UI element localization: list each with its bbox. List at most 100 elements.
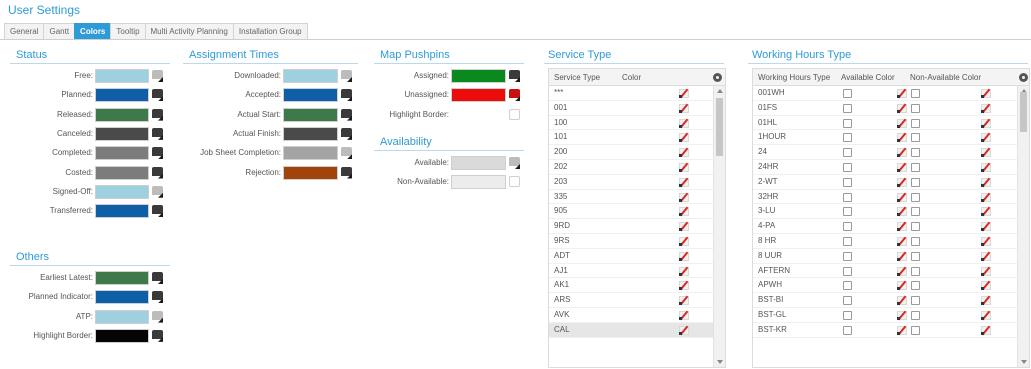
edit-color-icon[interactable] (981, 88, 991, 99)
table-row[interactable]: 3-LU (753, 204, 1017, 220)
checkbox[interactable] (843, 310, 852, 320)
availability-color-swatch[interactable] (451, 156, 506, 170)
checkbox[interactable] (843, 103, 852, 113)
edit-color-icon[interactable] (679, 310, 689, 321)
color-picker-icon[interactable] (341, 127, 352, 140)
column-header-available-color[interactable]: Available Color (841, 69, 895, 86)
checkbox[interactable] (911, 251, 920, 261)
edit-color-icon[interactable] (679, 177, 689, 188)
table-row[interactable]: 32HR (753, 190, 1017, 205)
edit-color-icon[interactable] (679, 207, 689, 217)
checkbox[interactable] (911, 222, 920, 232)
edit-color-icon[interactable] (981, 103, 991, 114)
checkbox[interactable] (843, 296, 852, 306)
checkbox[interactable] (911, 296, 920, 306)
table-row[interactable]: 203 (549, 175, 713, 190)
table-row[interactable]: 200 (549, 145, 713, 160)
table-row[interactable]: 2-WT (753, 175, 1017, 190)
checkbox[interactable] (911, 89, 920, 98)
edit-color-icon[interactable] (981, 133, 991, 143)
edit-color-icon[interactable] (897, 88, 907, 99)
edit-color-icon[interactable] (679, 295, 689, 306)
tab-installation-group[interactable]: Installation Group (232, 23, 308, 39)
edit-color-icon[interactable] (981, 251, 991, 262)
table-row[interactable]: 01FS (753, 101, 1017, 116)
checkbox[interactable] (843, 177, 852, 187)
table-row[interactable]: AJ1 (549, 264, 713, 279)
color-picker-icon[interactable] (152, 291, 163, 304)
checkbox[interactable] (911, 177, 920, 187)
others-color-swatch[interactable] (95, 271, 149, 285)
table-row[interactable]: 8 HR (753, 234, 1017, 249)
table-row[interactable]: 24 (753, 145, 1017, 160)
table-row[interactable]: AFTERN (753, 264, 1017, 279)
table-row[interactable]: BST-KR (753, 323, 1017, 338)
table-row[interactable]: 335 (549, 190, 713, 205)
scroll-up-icon[interactable] (717, 89, 723, 93)
edit-color-icon[interactable] (679, 103, 689, 114)
tab-tooltip[interactable]: Tooltip (110, 23, 146, 39)
others-color-swatch[interactable] (95, 328, 149, 343)
edit-color-icon[interactable] (897, 295, 907, 306)
edit-color-icon[interactable] (981, 147, 991, 158)
checkbox[interactable] (843, 162, 852, 172)
edit-color-icon[interactable] (897, 266, 907, 276)
color-picker-icon[interactable] (152, 205, 163, 218)
edit-color-icon[interactable] (897, 147, 907, 158)
checkbox[interactable] (843, 89, 852, 98)
edit-color-icon[interactable] (981, 236, 991, 247)
edit-color-icon[interactable] (981, 221, 991, 232)
table-row[interactable]: 9RS (549, 234, 713, 249)
edit-color-icon[interactable] (981, 281, 991, 291)
scroll-down-icon[interactable] (1021, 360, 1027, 364)
checkbox[interactable] (911, 103, 920, 113)
edit-color-icon[interactable] (981, 325, 991, 336)
checkbox[interactable] (911, 207, 920, 217)
color-picker-icon[interactable] (509, 176, 520, 188)
checkbox[interactable] (911, 192, 920, 202)
table-row[interactable]: AK1 (549, 278, 713, 294)
edit-color-icon[interactable] (981, 118, 991, 128)
edit-color-icon[interactable] (679, 133, 689, 143)
table-row[interactable]: 1HOUR (753, 130, 1017, 146)
table-row[interactable]: 001WH (753, 86, 1017, 101)
others-color-swatch[interactable] (95, 290, 149, 305)
edit-color-icon[interactable] (981, 310, 991, 321)
edit-color-icon[interactable] (679, 147, 689, 158)
edit-color-icon[interactable] (897, 133, 907, 143)
edit-color-icon[interactable] (981, 266, 991, 276)
table-row[interactable]: 8 UUR (753, 249, 1017, 264)
edit-color-icon[interactable] (679, 118, 689, 128)
checkbox[interactable] (843, 266, 852, 276)
table-row[interactable]: 9RD (549, 219, 713, 234)
others-color-swatch[interactable] (95, 309, 149, 324)
edit-color-icon[interactable] (981, 177, 991, 188)
scroll-thumb[interactable] (1020, 92, 1027, 132)
pushpins-color-swatch[interactable] (451, 107, 506, 122)
tab-gantt[interactable]: Gantt (43, 23, 76, 39)
tab-colors[interactable]: Colors (74, 23, 112, 39)
availability-color-swatch[interactable] (451, 175, 506, 190)
edit-color-icon[interactable] (897, 207, 907, 217)
scroll-thumb[interactable] (716, 98, 723, 156)
checkbox[interactable] (843, 133, 852, 143)
table-row[interactable]: 101 (549, 130, 713, 146)
edit-color-icon[interactable] (897, 281, 907, 291)
scroll-down-icon[interactable] (717, 360, 723, 364)
checkbox[interactable] (911, 310, 920, 320)
table-row[interactable]: 202 (549, 160, 713, 175)
status-color-swatch[interactable] (95, 204, 149, 219)
checkbox[interactable] (911, 148, 920, 158)
checkbox[interactable] (843, 192, 852, 202)
table-row[interactable]: APWH (753, 278, 1017, 294)
edit-color-icon[interactable] (981, 295, 991, 306)
table-row[interactable]: CAL (549, 322, 713, 338)
table-row[interactable]: 100 (549, 116, 713, 131)
column-header-color[interactable]: Color (622, 69, 641, 86)
color-picker-icon[interactable] (152, 329, 163, 342)
table-row[interactable]: 24HR (753, 160, 1017, 175)
checkbox[interactable] (843, 236, 852, 246)
column-header-service-type[interactable]: Service Type (554, 69, 600, 86)
assignment-color-swatch[interactable] (283, 126, 338, 141)
working-hours-scrollbar[interactable] (1017, 86, 1029, 367)
